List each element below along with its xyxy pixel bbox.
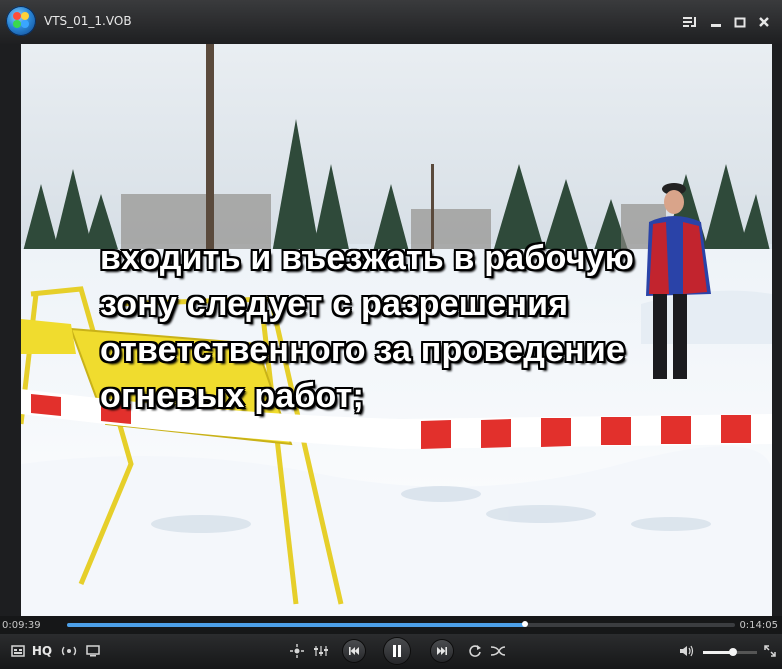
previous-icon[interactable] [343, 640, 365, 662]
seek-bar[interactable] [67, 621, 735, 627]
seek-bar-row: 0:09:39 0:14:05 [0, 616, 782, 634]
next-icon[interactable] [431, 640, 453, 662]
minimize-icon[interactable] [706, 13, 726, 31]
title-bar[interactable]: VTS_01_1.VOB [0, 0, 782, 44]
subtitle-line: зону следует с разрешения [100, 285, 569, 323]
equalizer-icon[interactable] [313, 643, 329, 659]
control-bar: HQ [0, 634, 782, 669]
hq-button[interactable]: HQ [30, 643, 54, 659]
pause-icon[interactable] [384, 638, 410, 664]
window-controls [678, 13, 774, 31]
subtitle-overlay: входить и въезжать в рабочую зону следуе… [100, 235, 740, 419]
capture-icon[interactable] [289, 643, 305, 659]
maximize-icon[interactable] [730, 13, 750, 31]
seek-progress [67, 623, 525, 627]
shuffle-icon[interactable] [489, 643, 507, 659]
app-logo-icon[interactable] [6, 6, 36, 36]
playlist-icon[interactable] [678, 13, 702, 31]
settings-icon[interactable] [10, 643, 26, 659]
volume-slider[interactable] [703, 648, 757, 656]
elapsed-time: 0:09:39 [2, 620, 41, 631]
subtitle-line: огневых работ; [100, 377, 365, 415]
video-frame[interactable]: входить и въезжать в рабочую зону следуе… [21, 44, 772, 616]
screen-icon[interactable] [84, 643, 102, 659]
subtitle-line: входить и въезжать в рабочую [100, 239, 634, 277]
repeat-icon[interactable] [467, 643, 483, 659]
subtitle-line: ответственного за проведение [100, 331, 626, 369]
seek-handle[interactable] [521, 621, 528, 627]
total-time: 0:14:05 [739, 620, 778, 631]
broadcast-icon[interactable] [58, 643, 80, 659]
volume-icon[interactable] [679, 643, 695, 659]
window-title: VTS_01_1.VOB [44, 14, 132, 28]
media-player-window: VTS_01_1.VOB входить и въезжать в рабочу… [0, 0, 782, 669]
close-icon[interactable] [754, 13, 774, 31]
volume-handle[interactable] [728, 648, 737, 656]
fullscreen-icon[interactable] [763, 644, 777, 658]
